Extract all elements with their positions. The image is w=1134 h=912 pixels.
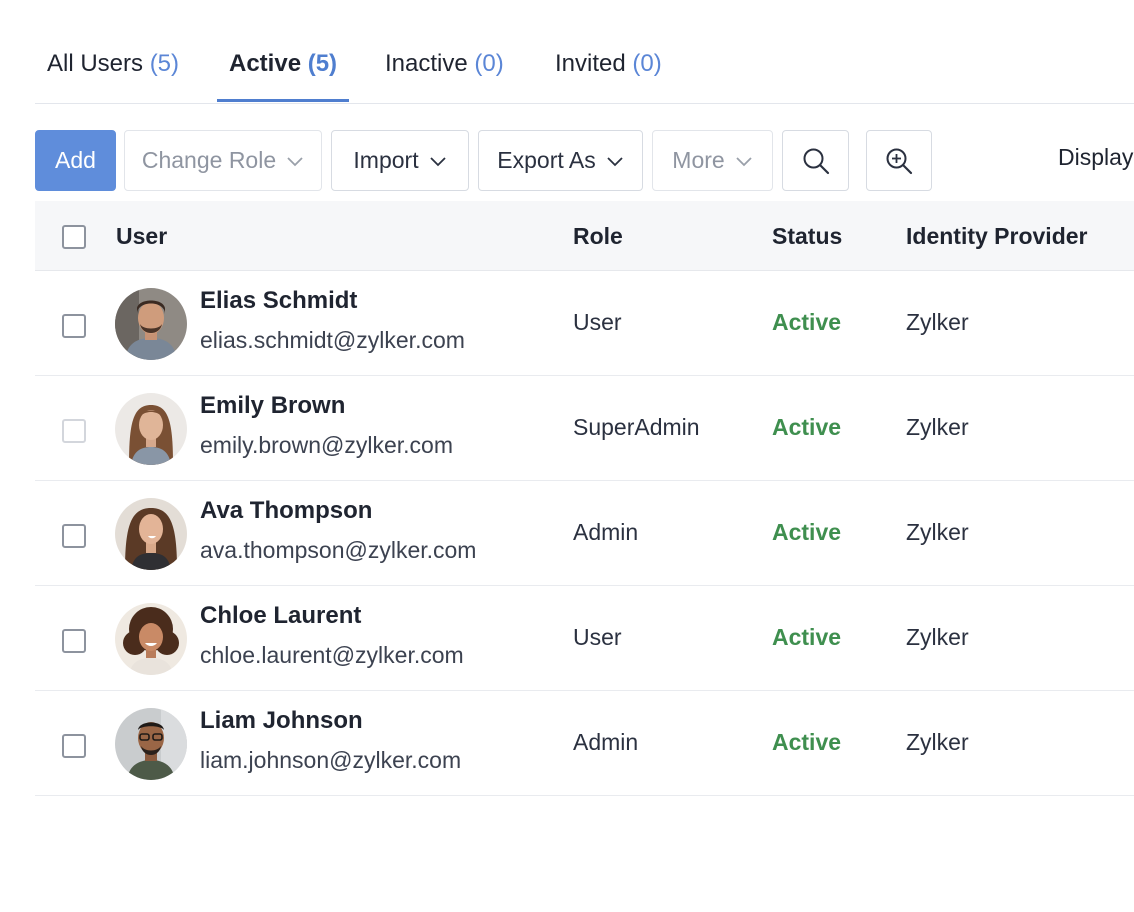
tab-active[interactable]: Active (5): [229, 50, 337, 78]
identity-provider: Zylker: [906, 309, 969, 335]
user-name[interactable]: Liam Johnson: [200, 707, 363, 735]
add-button-label: Add: [55, 147, 96, 173]
status-badge: Active: [772, 519, 842, 545]
table-row[interactable]: Liam Johnson liam.johnson@zylker.com Adm…: [35, 691, 1134, 796]
row-checkbox[interactable]: [62, 419, 86, 443]
tab-count: (0): [632, 50, 662, 77]
chevron-down-icon: [607, 156, 623, 166]
zoom-in-icon: [886, 148, 913, 174]
export-as-dropdown[interactable]: Export As: [478, 130, 643, 191]
user-role: Admin: [573, 519, 639, 545]
tab-label: All Users: [47, 50, 144, 77]
tab-label: Inactive: [385, 50, 468, 77]
tab-label: Invited: [555, 50, 626, 77]
table-row[interactable]: Chloe Laurent chloe.laurent@zylker.com U…: [35, 586, 1134, 691]
avatar: [115, 603, 187, 675]
row-checkbox[interactable]: [62, 524, 86, 548]
identity-provider: Zylker: [906, 624, 969, 650]
select-all-checkbox[interactable]: [62, 225, 86, 249]
identity-provider: Zylker: [906, 414, 969, 440]
tab-label: Active: [229, 50, 302, 77]
user-name[interactable]: Emily Brown: [200, 392, 345, 420]
table-header: User Role Status Identity Provider: [35, 201, 1134, 271]
identity-provider: Zylker: [906, 519, 969, 545]
status-badge: Active: [772, 309, 842, 335]
column-header-identity-provider[interactable]: Identity Provider: [906, 223, 1087, 250]
tab-count: (5): [307, 50, 338, 77]
user-email: chloe.laurent@zylker.com: [200, 642, 464, 668]
user-filter-tabs: All Users (5) Active (5) Inactive (0) In…: [35, 0, 1134, 104]
status-badge: Active: [772, 729, 842, 755]
user-email: liam.johnson@zylker.com: [200, 747, 462, 773]
import-label: Import: [353, 147, 419, 173]
user-role: SuperAdmin: [573, 414, 700, 440]
toolbar: Add Change Role Import Export As More Di…: [35, 130, 1134, 191]
user-name[interactable]: Elias Schmidt: [200, 287, 357, 315]
change-role-dropdown[interactable]: Change Role: [124, 130, 322, 191]
status-badge: Active: [772, 414, 842, 440]
user-email: ava.thompson@zylker.com: [200, 537, 477, 563]
status-badge: Active: [772, 624, 842, 650]
user-email: emily.brown@zylker.com: [200, 432, 453, 458]
active-tab-indicator: [217, 99, 349, 102]
user-role: User: [573, 309, 622, 335]
row-checkbox[interactable]: [62, 734, 86, 758]
identity-provider: Zylker: [906, 729, 969, 755]
tab-count: (0): [474, 50, 504, 77]
tab-invited[interactable]: Invited (0): [555, 50, 662, 78]
row-checkbox[interactable]: [62, 629, 86, 653]
user-role: Admin: [573, 729, 639, 755]
advanced-search-button[interactable]: [866, 130, 932, 191]
column-header-status[interactable]: Status: [772, 223, 842, 250]
change-role-label: Change Role: [141, 147, 277, 173]
column-header-user[interactable]: User: [116, 223, 167, 250]
chevron-down-icon: [736, 156, 752, 166]
more-dropdown[interactable]: More: [652, 130, 773, 191]
user-email: elias.schmidt@zylker.com: [200, 327, 465, 353]
tab-all-users[interactable]: All Users (5): [47, 50, 179, 78]
avatar: [115, 708, 187, 780]
more-label: More: [672, 147, 725, 173]
avatar: [115, 498, 187, 570]
chevron-down-icon: [287, 156, 303, 166]
user-role: User: [573, 624, 622, 650]
tab-inactive[interactable]: Inactive (0): [385, 50, 504, 78]
avatar: [115, 393, 187, 465]
tab-count: (5): [149, 50, 180, 77]
column-header-role[interactable]: Role: [573, 223, 623, 250]
import-dropdown[interactable]: Import: [331, 130, 469, 191]
add-button[interactable]: Add: [35, 130, 116, 191]
table-row[interactable]: Elias Schmidt elias.schmidt@zylker.com U…: [35, 271, 1134, 376]
table-row[interactable]: Ava Thompson ava.thompson@zylker.com Adm…: [35, 481, 1134, 586]
user-name[interactable]: Chloe Laurent: [200, 602, 361, 630]
export-as-label: Export As: [497, 147, 596, 173]
search-button[interactable]: [782, 130, 849, 191]
table-row[interactable]: Emily Brown emily.brown@zylker.com Super…: [35, 376, 1134, 481]
row-checkbox[interactable]: [62, 314, 86, 338]
avatar: [115, 288, 187, 360]
chevron-down-icon: [429, 156, 446, 166]
display-option[interactable]: Display: [1058, 144, 1133, 171]
search-icon: [803, 148, 829, 174]
user-name[interactable]: Ava Thompson: [200, 497, 372, 525]
